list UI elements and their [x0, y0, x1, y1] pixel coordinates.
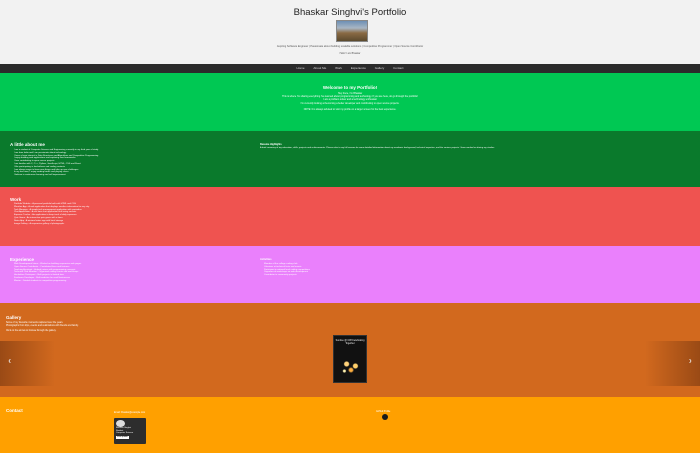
nav-item-contact[interactable]: Contact [393, 66, 403, 70]
about-section: A little about me I am a student of Comp… [0, 131, 700, 187]
gallery-line: Photographs from trips, events and celeb… [6, 325, 79, 327]
welcome-line: I am a problem solver and a technology e… [323, 98, 377, 101]
page-title: Bhaskar Singhvi's Portfolio [293, 7, 407, 18]
welcome-line: I'm currently looking at becoming a bett… [300, 102, 400, 105]
work-section: Work Portfolio Website - A personal port… [0, 187, 700, 246]
nav-item-experience[interactable]: Experience [351, 66, 366, 70]
view-profile-button[interactable]: View profile [116, 436, 129, 439]
gallery-section: Gallery Some of my favourite moments cap… [0, 303, 700, 397]
nav-item-about[interactable]: About Me [313, 66, 326, 70]
email-link[interactable]: Email: bhaskar@example.com [114, 412, 145, 414]
resume-title: Resume Highlights [260, 143, 282, 146]
list-item: Mentor - Guided students in competitive … [14, 280, 244, 283]
nav-item-home[interactable]: Home [297, 66, 305, 70]
linkedin-badge[interactable]: Bhaskar Singhvi Student Computer Science… [114, 418, 146, 444]
work-list: Portfolio Website - A personal portfolio… [14, 203, 334, 225]
resume-text: A brief summary of my education, skills,… [260, 147, 495, 149]
experience-section: Experience Web Development Intern - Work… [0, 246, 700, 303]
welcome-section: Welcome to my Portfolio! Hey there, I'm … [0, 73, 700, 131]
profile-photo [336, 20, 368, 42]
nav-item-work[interactable]: Work [335, 66, 342, 70]
carousel-next-area[interactable] [645, 341, 700, 386]
header-subtag: Hello! I am Bhaskar [339, 52, 361, 55]
welcome-heading: Welcome to my Portfolio! [322, 85, 378, 90]
nav-item-gallery[interactable]: Gallery [375, 66, 385, 70]
profile-logo-icon [116, 420, 125, 427]
top-navbar: Home About Me Work Experience Gallery Co… [0, 64, 700, 73]
activities-list: Member of the college coding club Volunt… [264, 263, 524, 277]
github-icon[interactable] [382, 414, 388, 420]
gallery-line: Click on the arrows to browse through th… [6, 330, 57, 332]
badge-field: Computer Science [116, 432, 134, 435]
gallery-heading: Gallery [6, 315, 22, 320]
welcome-note: NOTE: It is always advised to visit my p… [303, 108, 397, 111]
experience-heading: Experience [10, 257, 35, 262]
photo-lights [340, 356, 362, 376]
about-heading: A little about me [10, 142, 45, 147]
contact-heading: Contact [6, 408, 23, 413]
site-header: Bhaskar Singhvi's Portfolio Aspiring Sof… [0, 0, 700, 64]
github-label: GitHub Profile [376, 411, 391, 413]
photo-caption: Sunrise @ Cliff Celebrating Together [335, 339, 365, 345]
work-heading: Work [10, 197, 22, 202]
list-item: Image Gallery - A responsive gallery of … [14, 223, 334, 226]
list-item: I believe in continuous learning and sel… [14, 174, 244, 177]
experience-list: Web Development Intern - Worked on build… [14, 263, 244, 283]
chevron-left-icon[interactable]: ❮ [8, 358, 11, 363]
list-item: Contributor to community projects [264, 274, 524, 277]
header-tagline: Aspiring Software Engineer | Passionate … [276, 45, 424, 48]
carousel-prev-area[interactable] [0, 341, 55, 386]
activities-title: Activities [260, 258, 272, 261]
gallery-photo: Sunrise @ Cliff Celebrating Together [333, 335, 367, 383]
contact-section: Contact Email: bhaskar@example.com Bhask… [0, 397, 700, 453]
chevron-right-icon[interactable]: ❯ [689, 358, 692, 363]
about-list: I am a student of Computer Science and E… [14, 149, 244, 177]
